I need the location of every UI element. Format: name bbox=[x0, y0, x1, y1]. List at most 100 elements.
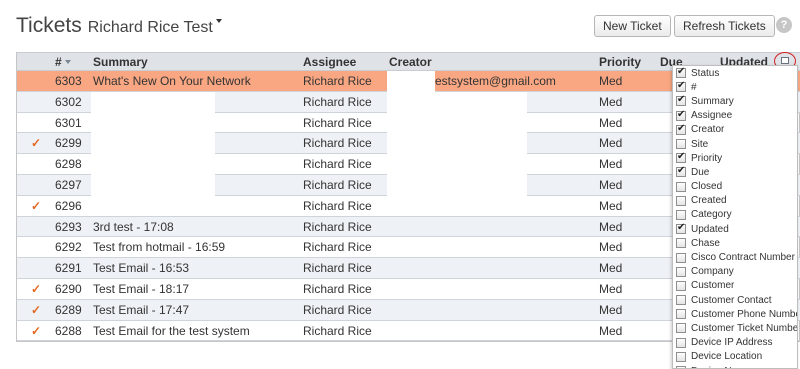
checkbox[interactable] bbox=[676, 295, 686, 306]
checkbox[interactable] bbox=[676, 238, 686, 249]
ticket-priority: Med bbox=[599, 136, 623, 151]
project-selector[interactable]: Richard Rice Test bbox=[88, 19, 213, 37]
ticket-number: 6298 bbox=[55, 157, 82, 172]
column-header-priority[interactable]: Priority bbox=[599, 55, 641, 69]
ticket-priority: Med bbox=[599, 323, 623, 338]
checkbox[interactable] bbox=[676, 266, 686, 277]
column-option-label: Customer bbox=[691, 280, 735, 292]
redaction-block bbox=[387, 92, 527, 216]
ticket-priority: Med bbox=[599, 177, 623, 192]
column-option[interactable]: Closed bbox=[673, 180, 797, 194]
ticket-number: 6288 bbox=[55, 323, 82, 338]
column-option-label: Company bbox=[691, 266, 734, 278]
checkbox[interactable] bbox=[676, 151, 686, 164]
column-option[interactable]: Customer Contact bbox=[673, 293, 797, 307]
checkbox[interactable] bbox=[676, 123, 686, 135]
column-option[interactable]: Category bbox=[673, 208, 797, 222]
checkbox[interactable] bbox=[676, 209, 686, 220]
column-option-label: Priority bbox=[691, 152, 723, 164]
ticket-assignee: Richard Rice bbox=[303, 157, 372, 172]
check-icon: ✓ bbox=[31, 198, 42, 213]
checkbox[interactable] bbox=[676, 280, 686, 291]
ticket-priority: Med bbox=[599, 74, 623, 88]
checkbox[interactable] bbox=[676, 139, 686, 150]
ticket-assignee: Richard Rice bbox=[303, 198, 372, 213]
column-option-label: # bbox=[691, 81, 697, 93]
column-option[interactable]: Customer Ticket Number bbox=[673, 321, 797, 335]
check-icon: ✓ bbox=[31, 281, 42, 296]
ticket-summary[interactable]: What's New On Your Network bbox=[93, 74, 251, 88]
column-option-label: Device Location bbox=[691, 351, 763, 363]
column-option[interactable]: Device Location bbox=[673, 350, 797, 364]
ticket-assignee: Richard Rice bbox=[303, 323, 372, 338]
column-option-label: Updated bbox=[691, 223, 729, 235]
checkbox[interactable] bbox=[676, 94, 686, 107]
ticket-summary[interactable]: Test Email - 16:53 bbox=[93, 261, 189, 275]
ticket-summary[interactable]: Test Email for the test system bbox=[93, 324, 250, 338]
ticket-assignee: Richard Rice bbox=[303, 177, 372, 192]
columns-icon bbox=[781, 57, 789, 64]
checkbox[interactable] bbox=[676, 109, 686, 121]
column-option[interactable]: Assignee bbox=[673, 109, 797, 123]
column-option[interactable]: Cisco Contract Number bbox=[673, 250, 797, 264]
checkbox[interactable] bbox=[676, 195, 686, 206]
new-ticket-button[interactable]: New Ticket bbox=[594, 15, 671, 37]
ticket-number: 6302 bbox=[55, 94, 82, 109]
column-chooser-menu: Status # Summary Assignee Creator Site Priorit… bbox=[672, 65, 798, 369]
ticket-priority: Med bbox=[599, 281, 623, 296]
column-option-label: Site bbox=[691, 138, 709, 150]
checkbox[interactable] bbox=[676, 80, 686, 93]
column-option-label: Summary bbox=[691, 95, 734, 107]
column-option[interactable]: Device Name bbox=[673, 364, 797, 368]
column-option-label: Status bbox=[691, 67, 720, 79]
ticket-summary[interactable]: Test Email - 17:47 bbox=[93, 303, 189, 317]
column-option[interactable]: Device IP Address bbox=[673, 336, 797, 350]
ticket-summary[interactable]: Test from hotmail - 16:59 bbox=[93, 240, 225, 254]
checkbox[interactable] bbox=[676, 323, 686, 334]
ticket-summary[interactable]: Test Email - 18:17 bbox=[93, 282, 189, 296]
ticket-assignee: Richard Rice bbox=[303, 74, 372, 88]
column-option[interactable]: Summary bbox=[673, 94, 797, 108]
column-option-label: Chase bbox=[691, 237, 720, 249]
column-header-creator[interactable]: Creator bbox=[389, 55, 432, 69]
refresh-tickets-button[interactable]: Refresh Tickets bbox=[674, 15, 775, 37]
ticket-creator: estsystem@gmail.com bbox=[435, 74, 556, 88]
column-option[interactable]: Priority bbox=[673, 151, 797, 165]
ticket-number: 6293 bbox=[55, 219, 82, 234]
column-option[interactable]: Chase bbox=[673, 236, 797, 250]
checkbox[interactable] bbox=[676, 165, 686, 178]
column-option[interactable]: Due bbox=[673, 165, 797, 179]
help-icon[interactable]: ? bbox=[776, 17, 792, 33]
column-option-label: Creator bbox=[691, 124, 725, 136]
checkbox[interactable] bbox=[676, 337, 686, 348]
column-option[interactable]: Customer Phone Number bbox=[673, 307, 797, 321]
checkbox[interactable] bbox=[676, 222, 686, 235]
ticket-number: 6299 bbox=[55, 136, 82, 151]
checkbox[interactable] bbox=[676, 252, 686, 263]
column-option[interactable]: Company bbox=[673, 265, 797, 279]
column-option[interactable]: # bbox=[673, 80, 797, 94]
ticket-priority: Med bbox=[599, 302, 623, 317]
column-option[interactable]: Created bbox=[673, 194, 797, 208]
checkbox[interactable] bbox=[676, 181, 686, 192]
ticket-priority: Med bbox=[599, 115, 623, 130]
ticket-priority: Med bbox=[599, 94, 623, 109]
column-option[interactable]: Updated bbox=[673, 222, 797, 236]
chevron-down-icon[interactable] bbox=[215, 19, 222, 23]
column-option[interactable]: Customer bbox=[673, 279, 797, 293]
column-header-summary[interactable]: Summary bbox=[93, 55, 148, 69]
checkbox[interactable] bbox=[676, 351, 686, 362]
column-option-label: Device IP Address bbox=[691, 337, 773, 349]
column-header-assignee[interactable]: Assignee bbox=[303, 55, 356, 69]
ticket-number: 6297 bbox=[55, 177, 82, 192]
column-header-number[interactable]: # bbox=[55, 55, 71, 69]
ticket-summary[interactable]: 3rd test - 17:08 bbox=[93, 220, 174, 234]
ticket-priority: Med bbox=[599, 240, 623, 255]
column-option[interactable]: Status bbox=[673, 66, 797, 80]
check-icon: ✓ bbox=[31, 136, 42, 151]
column-option-label: Category bbox=[691, 209, 732, 221]
column-option[interactable]: Site bbox=[673, 137, 797, 151]
column-option[interactable]: Creator bbox=[673, 123, 797, 137]
checkbox[interactable] bbox=[676, 66, 686, 79]
checkbox[interactable] bbox=[676, 309, 686, 320]
